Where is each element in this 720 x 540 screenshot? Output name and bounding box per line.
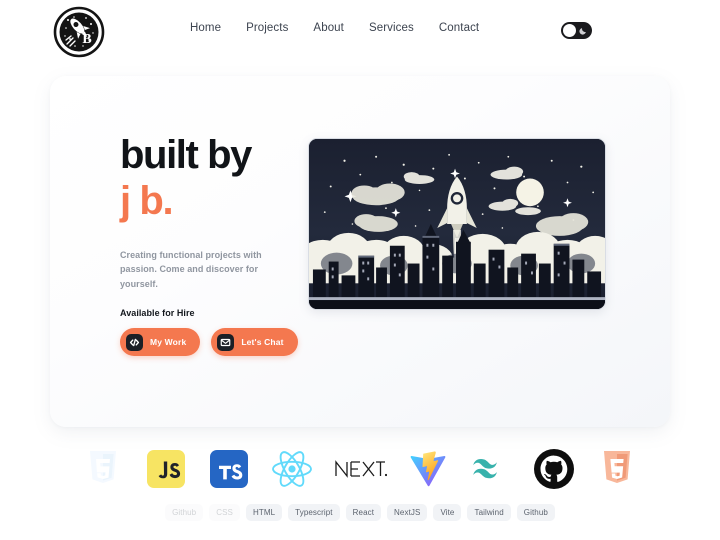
toggle-knob	[563, 24, 576, 37]
availability-status: Available for Hire	[120, 308, 195, 319]
tech-stack-chip-row: Github CSS HTML Typescript React NextJS …	[0, 504, 720, 521]
tailwind-icon[interactable]	[469, 447, 513, 491]
hero-cta-group: My Work Let's Chat	[120, 328, 298, 356]
brand-logo[interactable]: B	[53, 6, 105, 58]
my-work-button[interactable]: My Work	[120, 328, 201, 356]
site-header: B Home Projects About Services Contact	[0, 0, 720, 62]
tech-chip-css[interactable]: CSS	[209, 504, 240, 521]
tech-chip-vite[interactable]: Vite	[433, 504, 462, 521]
rocket-badge-logo-icon: B	[53, 6, 105, 58]
tech-stack-section: Github CSS HTML Typescript React NextJS …	[0, 440, 720, 532]
hero-description: Creating functional projects with passio…	[120, 249, 262, 289]
javascript-icon[interactable]	[144, 447, 188, 491]
moon-icon	[579, 26, 588, 35]
hero-card: built by j b. Creating functional projec…	[50, 76, 670, 427]
code-icon	[126, 333, 143, 351]
tech-chip-react[interactable]: React	[345, 504, 382, 521]
html5-icon[interactable]	[595, 447, 639, 491]
my-work-button-label: My Work	[150, 337, 187, 347]
rocket-launch-city-illustration	[308, 138, 606, 310]
nav-item-about[interactable]: About	[313, 22, 344, 34]
hero-text-block: built by j b. Creating functional projec…	[120, 133, 305, 319]
main-navigation: Home Projects About Services Contact	[190, 22, 479, 34]
tech-chip-nextjs[interactable]: NextJS	[387, 504, 428, 521]
tech-chip-github-1[interactable]: Github	[165, 504, 204, 521]
tech-chip-tailwind[interactable]: Tailwind	[467, 504, 511, 521]
envelope-icon	[217, 333, 235, 351]
nav-item-projects[interactable]: Projects	[246, 22, 288, 34]
css3-icon[interactable]	[81, 447, 125, 491]
nextjs-icon[interactable]	[333, 447, 387, 491]
vite-icon[interactable]	[406, 447, 450, 491]
portfolio-landing-page: B Home Projects About Services Contact b…	[0, 0, 720, 540]
tech-chip-github-2[interactable]: Github	[516, 504, 555, 521]
tech-stack-icon-row	[0, 444, 720, 494]
tech-chip-typescript[interactable]: Typescript	[288, 504, 340, 521]
hero-title-line-2: j b.	[120, 179, 174, 224]
logo-letter: B	[82, 32, 91, 47]
nav-item-services[interactable]: Services	[369, 22, 414, 34]
typescript-icon[interactable]	[207, 447, 251, 491]
rocket-launch-city-icon	[309, 139, 605, 309]
hero-title-line-1: built by	[120, 133, 252, 177]
nav-item-contact[interactable]: Contact	[439, 22, 479, 34]
react-icon[interactable]	[270, 447, 314, 491]
nav-item-home[interactable]: Home	[190, 22, 221, 34]
github-icon[interactable]	[532, 447, 576, 491]
tech-chip-html[interactable]: HTML	[245, 504, 283, 521]
lets-chat-button-label: Let's Chat	[241, 337, 284, 347]
lets-chat-button[interactable]: Let's Chat	[211, 328, 298, 356]
theme-toggle[interactable]	[561, 22, 592, 39]
